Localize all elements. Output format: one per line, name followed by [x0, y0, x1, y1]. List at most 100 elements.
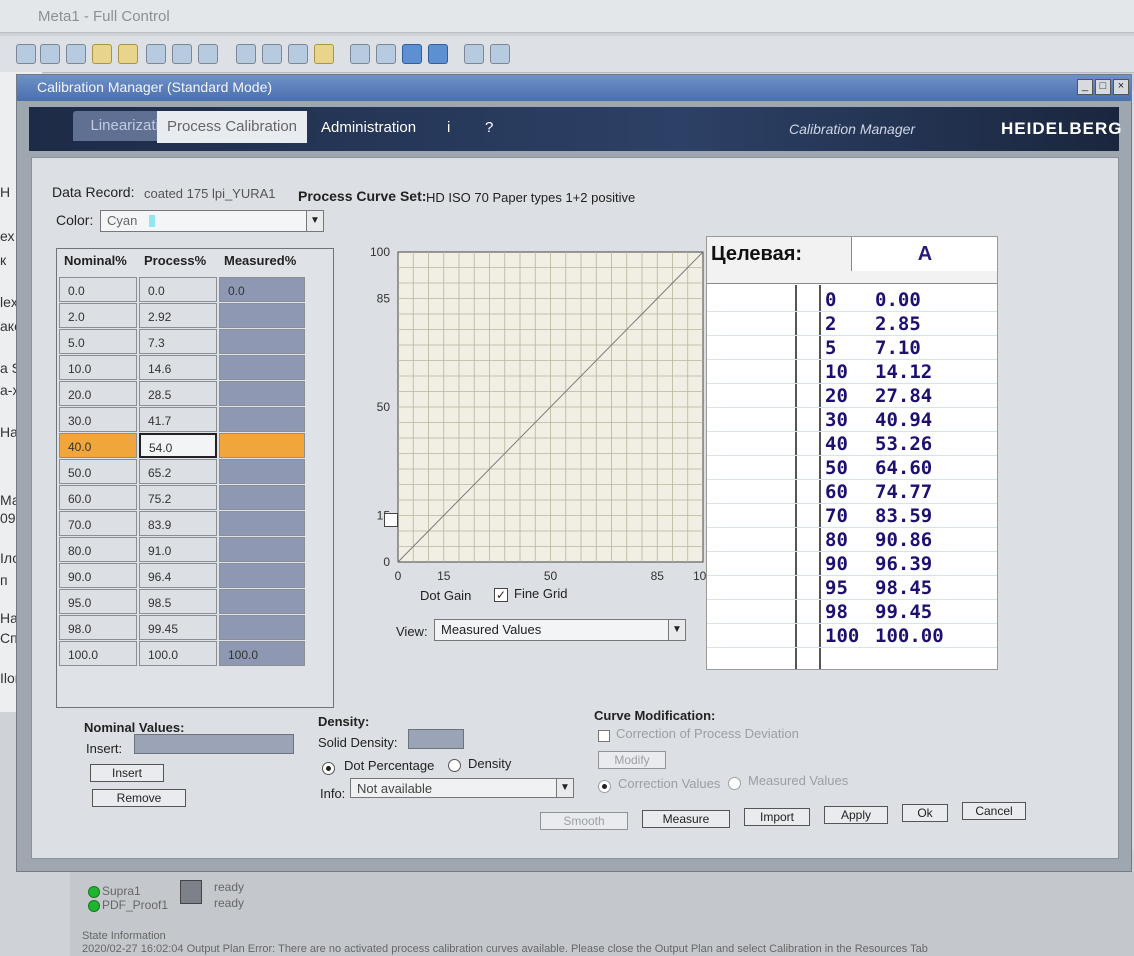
- printer-icon[interactable]: [464, 44, 484, 64]
- table-row[interactable]: 40.0 54.0: [57, 433, 333, 459]
- cell-nominal[interactable]: 2.0: [59, 303, 137, 328]
- cell-measured[interactable]: [219, 563, 305, 588]
- cell-nominal[interactable]: 70.0: [59, 511, 137, 536]
- table-row[interactable]: 30.0 41.7: [57, 407, 333, 433]
- cell-process[interactable]: 91.0: [139, 537, 217, 562]
- tools-icon[interactable]: [490, 44, 510, 64]
- table-row[interactable]: 100.0 100.0 100.0: [57, 641, 333, 667]
- minimize-button[interactable]: _: [1077, 79, 1093, 95]
- cell-process[interactable]: 96.4: [139, 563, 217, 588]
- toolbar-icon[interactable]: [40, 44, 60, 64]
- color-select[interactable]: Cyan ▼: [100, 210, 324, 232]
- remove-button[interactable]: Remove: [92, 789, 186, 807]
- cell-process[interactable]: 54.0: [139, 433, 217, 458]
- cell-process[interactable]: 75.2: [139, 485, 217, 510]
- folder-icon[interactable]: [118, 44, 138, 64]
- view-select[interactable]: Measured Values ▼: [434, 619, 686, 641]
- cell-measured[interactable]: [219, 381, 305, 406]
- cell-nominal[interactable]: 98.0: [59, 615, 137, 640]
- cell-measured[interactable]: [219, 355, 305, 380]
- toolbar-icon[interactable]: [288, 44, 308, 64]
- toolbar-icon[interactable]: [262, 44, 282, 64]
- cell-process[interactable]: 2.92: [139, 303, 217, 328]
- cell-measured[interactable]: 100.0: [219, 641, 305, 666]
- table-row[interactable]: 70.0 83.9: [57, 511, 333, 537]
- ok-button[interactable]: Ok: [902, 804, 948, 822]
- cell-nominal[interactable]: 80.0: [59, 537, 137, 562]
- apply-button[interactable]: Apply: [824, 806, 888, 824]
- cell-measured[interactable]: [219, 407, 305, 432]
- cell-process[interactable]: 41.7: [139, 407, 217, 432]
- mail-icon[interactable]: [66, 44, 86, 64]
- cell-measured[interactable]: [219, 485, 305, 510]
- smooth-button[interactable]: Smooth: [540, 812, 628, 830]
- table-row[interactable]: 90.0 96.4: [57, 563, 333, 589]
- correction-deviation-checkbox[interactable]: [598, 730, 610, 742]
- tab-process-calibration[interactable]: Process Calibration: [157, 111, 307, 143]
- toolbar-icon[interactable]: [16, 44, 36, 64]
- table-row[interactable]: 20.0 28.5: [57, 381, 333, 407]
- tab-help[interactable]: ?: [485, 119, 493, 136]
- table-row[interactable]: 80.0 91.0: [57, 537, 333, 563]
- monitor-icon[interactable]: [198, 44, 218, 64]
- cell-nominal[interactable]: 5.0: [59, 329, 137, 354]
- toolbar-icon[interactable]: [428, 44, 448, 64]
- cell-measured[interactable]: [219, 329, 305, 354]
- maximize-button[interactable]: □: [1095, 79, 1111, 95]
- cell-measured[interactable]: [219, 615, 305, 640]
- cell-nominal[interactable]: 10.0: [59, 355, 137, 380]
- cell-measured[interactable]: [219, 589, 305, 614]
- cell-measured[interactable]: [219, 511, 305, 536]
- import-button[interactable]: Import: [744, 808, 810, 826]
- correction-values-radio[interactable]: [598, 780, 611, 793]
- table-row[interactable]: 95.0 98.5: [57, 589, 333, 615]
- cell-nominal[interactable]: 0.0: [59, 277, 137, 302]
- toolbar-icon[interactable]: [314, 44, 334, 64]
- modify-button[interactable]: Modify: [598, 751, 666, 769]
- toolbar-icon[interactable]: [92, 44, 112, 64]
- window-icon[interactable]: [350, 44, 370, 64]
- cell-process[interactable]: 28.5: [139, 381, 217, 406]
- dot-gain-checkbox[interactable]: [384, 513, 398, 527]
- cell-process[interactable]: 83.9: [139, 511, 217, 536]
- toolbar-icon[interactable]: [146, 44, 166, 64]
- chevron-down-icon[interactable]: ▼: [556, 779, 573, 797]
- solid-density-input[interactable]: [408, 729, 464, 749]
- table-row[interactable]: 2.0 2.92: [57, 303, 333, 329]
- fine-grid-checkbox[interactable]: ✓: [494, 588, 508, 602]
- table-row[interactable]: 50.0 65.2: [57, 459, 333, 485]
- table-row[interactable]: 98.0 99.45: [57, 615, 333, 641]
- cell-measured[interactable]: [219, 433, 305, 458]
- close-button[interactable]: ×: [1113, 79, 1129, 95]
- cell-process[interactable]: 65.2: [139, 459, 217, 484]
- cell-measured[interactable]: 0.0: [219, 277, 305, 302]
- dot-percentage-radio[interactable]: [322, 762, 335, 775]
- cell-nominal[interactable]: 100.0: [59, 641, 137, 666]
- measured-values-radio[interactable]: [728, 777, 741, 790]
- cell-measured[interactable]: [219, 303, 305, 328]
- table-row[interactable]: 0.0 0.0 0.0: [57, 277, 333, 303]
- table-row[interactable]: 60.0 75.2: [57, 485, 333, 511]
- cell-nominal[interactable]: 95.0: [59, 589, 137, 614]
- cell-process[interactable]: 0.0: [139, 277, 217, 302]
- cell-measured[interactable]: [219, 537, 305, 562]
- tab-info[interactable]: i: [447, 119, 450, 136]
- insert-button[interactable]: Insert: [90, 764, 164, 782]
- cell-nominal[interactable]: 40.0: [59, 433, 137, 458]
- insert-input[interactable]: [134, 734, 294, 754]
- cell-process[interactable]: 14.6: [139, 355, 217, 380]
- cell-nominal[interactable]: 50.0: [59, 459, 137, 484]
- cell-nominal[interactable]: 30.0: [59, 407, 137, 432]
- chevron-down-icon[interactable]: ▼: [668, 620, 685, 640]
- target-icon[interactable]: [376, 44, 396, 64]
- cell-nominal[interactable]: 20.0: [59, 381, 137, 406]
- toolbar-icon[interactable]: [402, 44, 422, 64]
- cell-process[interactable]: 7.3: [139, 329, 217, 354]
- cell-measured[interactable]: [219, 459, 305, 484]
- info-select[interactable]: Not available ▼: [350, 778, 574, 798]
- density-radio[interactable]: [448, 759, 461, 772]
- phone-icon[interactable]: [172, 44, 192, 64]
- cell-nominal[interactable]: 90.0: [59, 563, 137, 588]
- table-row[interactable]: 5.0 7.3: [57, 329, 333, 355]
- tab-administration[interactable]: Administration: [321, 119, 416, 136]
